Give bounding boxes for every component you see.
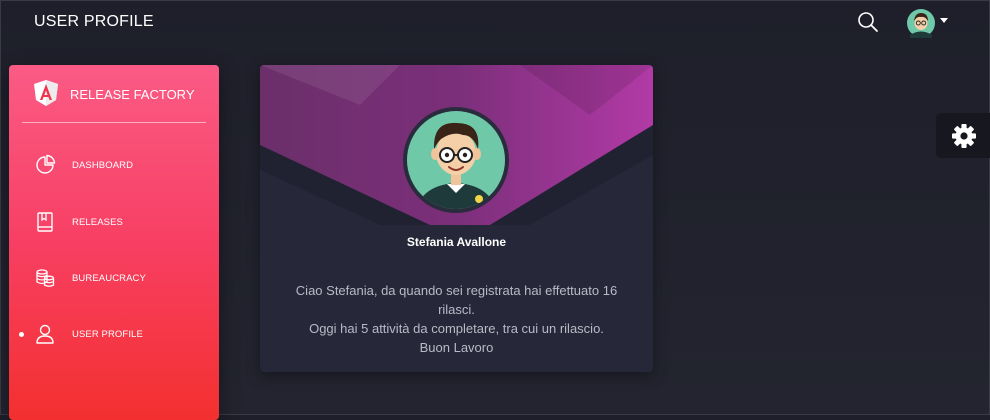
sidebar-divider [22,122,206,123]
profile-message: Ciao Stefania, da quando sei registrata … [274,281,639,357]
coins-icon [36,269,55,287]
user-menu-button[interactable] [906,8,950,38]
sidebar-item-bureaucracy[interactable]: BUREAUCRACY [9,259,219,299]
profile-card: Stefania Avallone Ciao Stefania, da quan… [260,65,653,372]
brand-name: RELEASE FACTORY [70,87,195,102]
sidebar: RELEASE FACTORY DASHBOARD RELEASES BUREA… [9,65,219,420]
sidebar-brand[interactable]: RELEASE FACTORY [9,65,219,123]
user-avatar-icon [907,9,935,38]
caret-down-icon [940,18,948,23]
sidebar-item-dashboard[interactable]: DASHBOARD [9,146,219,186]
message-line: Ciao Stefania, da quando sei registrata … [295,283,618,298]
profile-name: Stefania Avallone [406,235,507,249]
sidebar-item-user-profile[interactable]: USER PROFILE [9,315,219,355]
message-line: Oggi hai 5 attività da completare, tra c… [309,321,604,336]
page-title: USER PROFILE [34,13,154,30]
top-navbar: USER PROFILE [0,0,990,48]
message-line: rilasci. [438,302,475,317]
sidebar-item-label: RELEASES [72,217,123,228]
sidebar-item-releases[interactable]: RELEASES [9,203,219,243]
user-icon [36,324,54,344]
gear-icon [952,124,976,148]
sidebar-item-label: DASHBOARD [72,160,134,171]
search-icon [858,12,878,32]
search-button[interactable] [856,10,880,34]
message-line: Buon Lavoro [419,340,494,355]
settings-button[interactable] [936,113,990,158]
book-icon [37,212,53,232]
angular-logo-icon [34,80,58,106]
sidebar-item-label: BUREAUCRACY [72,273,146,284]
profile-avatar [403,107,509,213]
pie-chart-icon [36,154,56,174]
sidebar-item-label: USER PROFILE [72,329,143,340]
active-indicator [19,332,24,337]
